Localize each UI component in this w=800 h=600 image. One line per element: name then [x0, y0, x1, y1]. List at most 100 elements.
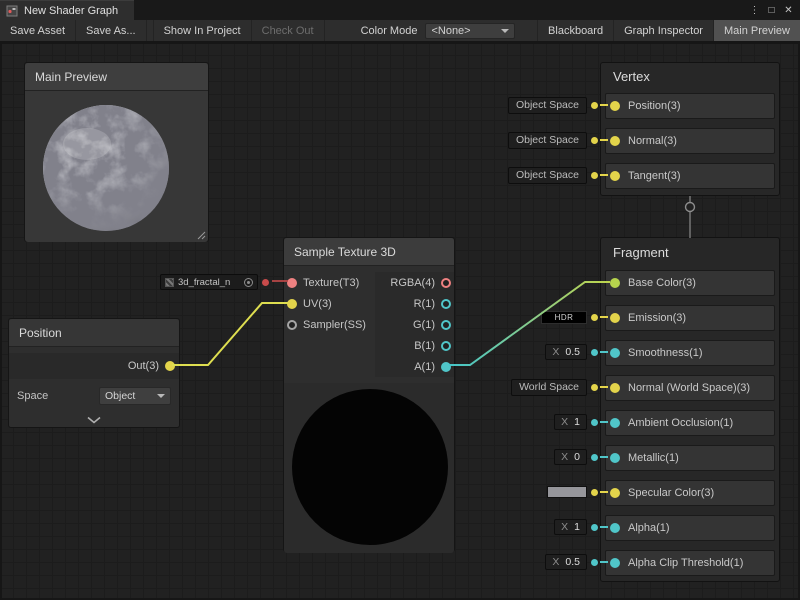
graph-canvas[interactable]: Main Preview: [0, 42, 800, 600]
emission-hdr-swatch[interactable]: HDR: [541, 311, 587, 324]
block-normal-world-space[interactable]: Normal (World Space)(3): [605, 375, 775, 401]
emission-port[interactable]: [610, 313, 620, 323]
smoothness-port[interactable]: [610, 348, 620, 358]
widget-dot[interactable]: [591, 419, 598, 426]
position-space-dropdown[interactable]: Object Space: [508, 97, 587, 114]
widget-dot[interactable]: [591, 489, 598, 496]
field-value[interactable]: 0: [574, 451, 580, 463]
base-color-port[interactable]: [610, 278, 620, 288]
main-preview-toggle[interactable]: Main Preview: [713, 20, 800, 41]
normal-space-dropdown[interactable]: Object Space: [508, 132, 587, 149]
rgba-port[interactable]: [441, 278, 451, 288]
r-port[interactable]: [441, 299, 451, 309]
fragment-header[interactable]: Fragment: [601, 238, 779, 266]
rgba-output-row[interactable]: RGBA(4): [375, 272, 454, 293]
alpha-clip-threshold-field[interactable]: X 0.5: [545, 554, 587, 570]
g-port[interactable]: [441, 320, 451, 330]
resize-handle[interactable]: [197, 231, 206, 240]
smoothness-field[interactable]: X 0.5: [545, 344, 587, 360]
world-space-dropdown[interactable]: World Space: [511, 379, 587, 396]
edge-position-to-uv[interactable]: [172, 303, 288, 365]
position-node-header[interactable]: Position: [9, 319, 179, 347]
widget-dot[interactable]: [591, 524, 598, 531]
widget-dot[interactable]: [262, 279, 269, 286]
block-alpha-clip-threshold[interactable]: Alpha Clip Threshold(1): [605, 550, 775, 576]
block-alpha[interactable]: Alpha(1): [605, 515, 775, 541]
tab-new-shader-graph[interactable]: New Shader Graph: [0, 0, 134, 20]
node-expander[interactable]: [9, 411, 179, 429]
a-output-row[interactable]: A(1): [375, 356, 454, 377]
metallic-field[interactable]: X 0: [554, 449, 587, 465]
save-asset-button[interactable]: Save Asset: [0, 20, 76, 41]
widget-dot[interactable]: [591, 454, 598, 461]
block-metallic[interactable]: Metallic(1): [605, 445, 775, 471]
menu-icon[interactable]: ⋮: [746, 1, 763, 19]
alpha-clip-threshold-port[interactable]: [610, 558, 620, 568]
out-row[interactable]: Out(3): [9, 353, 179, 379]
widget-dot[interactable]: [591, 349, 598, 356]
position-port[interactable]: [610, 101, 620, 111]
g-output-row[interactable]: G(1): [375, 314, 454, 335]
sampler-port[interactable]: [287, 320, 297, 330]
widget-dot[interactable]: [591, 559, 598, 566]
a-port[interactable]: [441, 362, 451, 372]
block-normal[interactable]: Normal(3): [605, 128, 775, 154]
sample-texture-3d-header[interactable]: Sample Texture 3D: [284, 238, 454, 266]
specular-color-swatch[interactable]: [547, 486, 587, 498]
show-in-project-button[interactable]: Show In Project: [153, 20, 252, 41]
b-port[interactable]: [441, 341, 451, 351]
vertex-node[interactable]: Vertex Position(3) Normal(3) Tangent(3): [600, 62, 780, 196]
widget-dot[interactable]: [591, 314, 598, 321]
object-picker-icon[interactable]: [244, 278, 253, 287]
normal-ws-port[interactable]: [610, 383, 620, 393]
field-value[interactable]: 0.5: [565, 556, 580, 568]
field-value[interactable]: 1: [574, 521, 580, 533]
uv-port[interactable]: [287, 299, 297, 309]
fragment-node[interactable]: Fragment Base Color(3) Emission(3) Smoot…: [600, 237, 780, 582]
maximize-icon[interactable]: □: [763, 1, 780, 19]
main-preview-panel[interactable]: Main Preview: [24, 62, 209, 242]
blackboard-toggle[interactable]: Blackboard: [537, 20, 613, 41]
out-port[interactable]: [165, 361, 175, 371]
sample-texture-3d-preview[interactable]: [284, 383, 454, 553]
texture-object-field[interactable]: 3d_fractal_n: [160, 274, 258, 290]
block-smoothness[interactable]: Smoothness(1): [605, 340, 775, 366]
space-dropdown[interactable]: Object: [99, 387, 171, 405]
close-icon[interactable]: ✕: [780, 1, 797, 19]
alpha-field[interactable]: X 1: [554, 519, 587, 535]
texture-port[interactable]: [287, 278, 297, 288]
texture-input-row[interactable]: Texture(T3): [284, 272, 375, 293]
save-as-button[interactable]: Save As...: [76, 20, 147, 41]
r-output-row[interactable]: R(1): [375, 293, 454, 314]
metallic-port[interactable]: [610, 453, 620, 463]
block-base-color[interactable]: Base Color(3): [605, 270, 775, 296]
widget-dot[interactable]: [591, 137, 598, 144]
main-preview-sphere[interactable]: [25, 91, 208, 242]
ambient-occlusion-field[interactable]: X 1: [554, 414, 587, 430]
position-node[interactable]: Position Out(3) Space Object: [8, 318, 180, 428]
vertex-header[interactable]: Vertex: [601, 63, 779, 89]
field-value[interactable]: 0.5: [565, 346, 580, 358]
tangent-space-dropdown[interactable]: Object Space: [508, 167, 587, 184]
block-emission[interactable]: Emission(3): [605, 305, 775, 331]
sample-texture-3d-node[interactable]: Sample Texture 3D Texture(T3) UV(3) Samp…: [283, 237, 455, 552]
color-mode-dropdown[interactable]: <None>: [425, 23, 515, 39]
vertex-fragment-connector[interactable]: [686, 196, 695, 238]
block-specular-color[interactable]: Specular Color(3): [605, 480, 775, 506]
uv-input-row[interactable]: UV(3): [284, 293, 375, 314]
sampler-input-row[interactable]: Sampler(SS): [284, 314, 375, 335]
normal-port[interactable]: [610, 136, 620, 146]
tangent-port[interactable]: [610, 171, 620, 181]
main-preview-header[interactable]: Main Preview: [25, 63, 208, 91]
block-position[interactable]: Position(3): [605, 93, 775, 119]
b-output-row[interactable]: B(1): [375, 335, 454, 356]
widget-dot[interactable]: [591, 102, 598, 109]
block-tangent[interactable]: Tangent(3): [605, 163, 775, 189]
alpha-port[interactable]: [610, 523, 620, 533]
graph-inspector-toggle[interactable]: Graph Inspector: [613, 20, 713, 41]
field-value[interactable]: 1: [574, 416, 580, 428]
ambient-occlusion-port[interactable]: [610, 418, 620, 428]
specular-color-port[interactable]: [610, 488, 620, 498]
widget-dot[interactable]: [591, 384, 598, 391]
block-ambient-occlusion[interactable]: Ambient Occlusion(1): [605, 410, 775, 436]
